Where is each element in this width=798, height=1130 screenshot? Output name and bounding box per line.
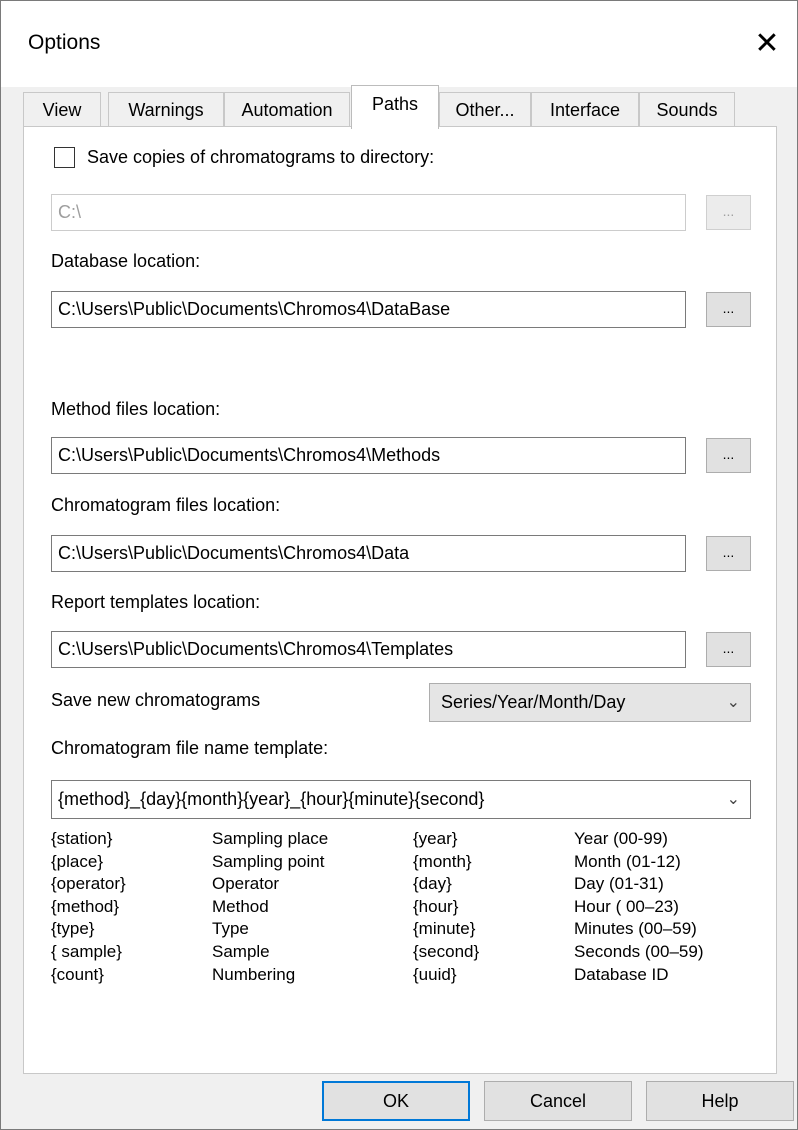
close-button[interactable]: ✕ — [737, 15, 797, 73]
title-bar: Options ✕ — [1, 1, 797, 87]
tab-paths[interactable]: Paths — [351, 85, 439, 129]
tab-other[interactable]: Other... — [439, 92, 531, 127]
ok-button[interactable]: OK — [322, 1081, 470, 1121]
tab-sounds[interactable]: Sounds — [639, 92, 735, 127]
cancel-button[interactable]: Cancel — [484, 1081, 632, 1121]
tab-warnings[interactable]: Warnings — [108, 92, 224, 127]
tab-view[interactable]: View — [23, 92, 101, 127]
save-copies-checkbox[interactable] — [54, 147, 75, 168]
tab-interface[interactable]: Interface — [531, 92, 639, 127]
help-button[interactable]: Help — [646, 1081, 794, 1121]
dialog-title: Options — [28, 31, 101, 54]
tab-automation[interactable]: Automation — [224, 92, 350, 127]
paths-panel — [23, 126, 777, 1074]
close-icon: ✕ — [754, 27, 780, 60]
